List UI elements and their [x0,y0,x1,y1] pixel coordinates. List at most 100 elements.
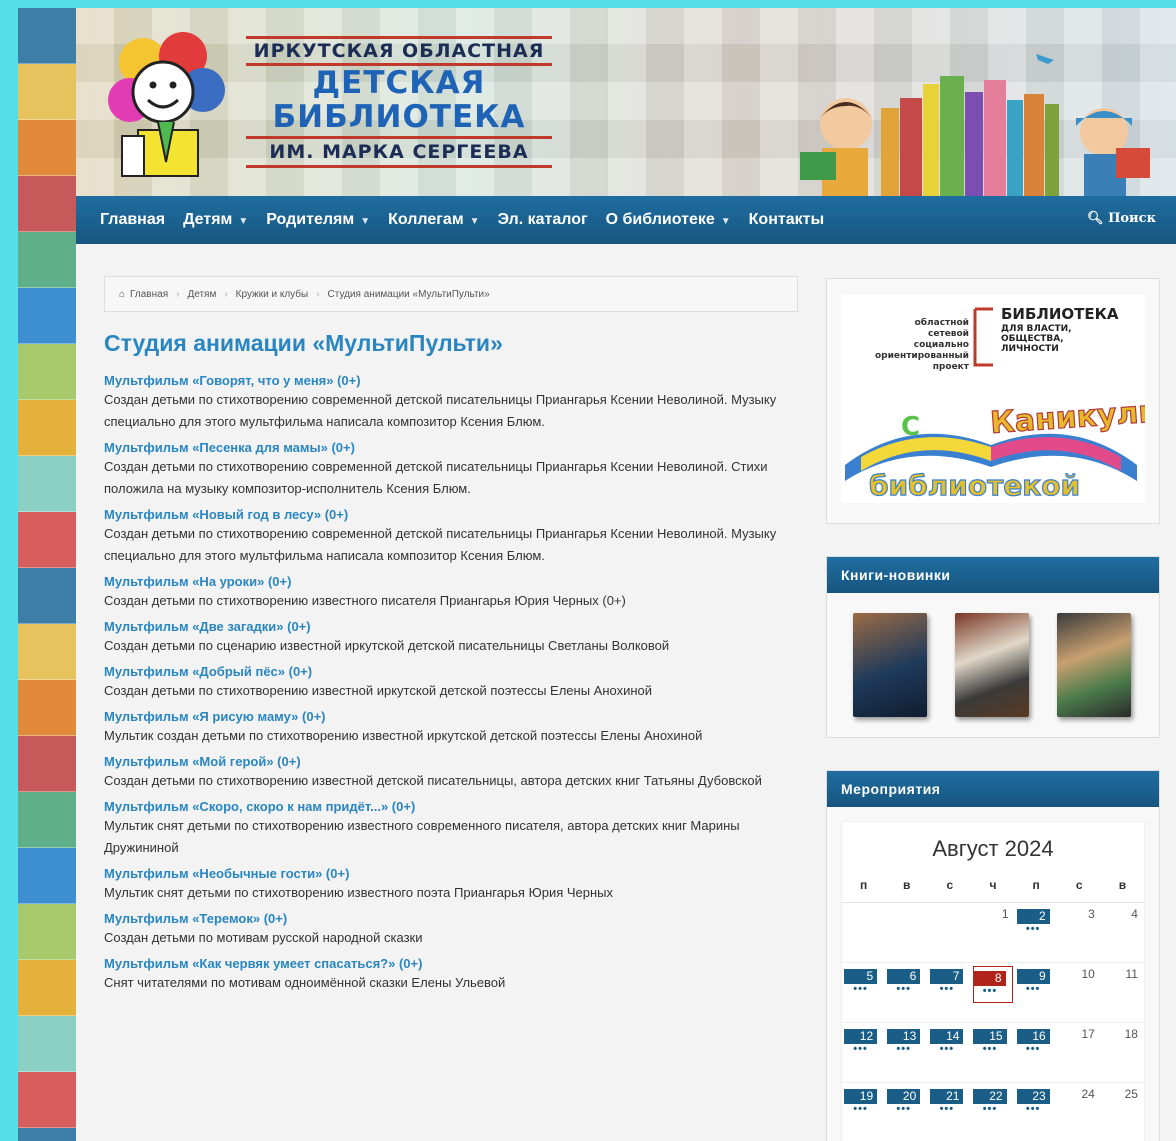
film-title-link[interactable]: Мультфильм «Теремок» (0+) [104,910,804,927]
film-title-link[interactable]: Мультфильм «Добрый пёс» (0+) [104,663,804,680]
nav-item-7[interactable]: Контакты [740,211,833,229]
title-line-1: ИРКУТСКАЯ ОБЛАСТНАЯ [246,36,552,66]
mosaic-tile [18,232,78,288]
calendar-day[interactable]: 6 ••• [885,963,928,1022]
film-title-link[interactable]: Мультфильм «На уроки» (0+) [104,573,804,590]
calendar-day[interactable]: 9 ••• [1015,963,1058,1022]
calendar-empty-cell [885,903,928,962]
film-description: Мультик создан детьми по стихотворению и… [104,728,703,743]
calendar-day-number: 22 [973,1089,1007,1104]
event-dots-icon: ••• [853,1043,868,1055]
calendar-day-today[interactable]: 8 ••• [972,965,1013,1004]
film-title-link[interactable]: Мультфильм «Две загадки» (0+) [104,618,804,635]
svg-text:библиотекой: библиотекой [869,469,1080,502]
calendar-day: 17 [1058,1023,1101,1082]
film-title-link[interactable]: Мультфильм «Мой герой» (0+) [104,753,804,770]
calendar-day-number: 8 [974,971,1006,986]
film-description: Создан детьми по стихотворению современн… [104,392,777,429]
film-title-link[interactable]: Мультфильм «Скоро, скоро к нам придёт...… [104,798,804,815]
breadcrumb-item[interactable]: Главная [130,289,168,300]
calendar-day-number: 20 [887,1089,921,1104]
calendar-day[interactable]: 23 ••• [1015,1083,1058,1141]
book-cover-3[interactable] [1057,613,1131,717]
event-dots-icon: ••• [939,1103,955,1115]
film-title-link[interactable]: Мультфильм «Необычные гости» (0+) [104,865,804,882]
page-title: Студия анимации «МультиПульти» [104,330,503,356]
calendar-day[interactable]: 21 ••• [928,1083,971,1141]
calendar-day-number: 16 [1016,1029,1050,1044]
svg-text:ОБЩЕСТВА,: ОБЩЕСТВА, [1001,334,1064,344]
library-logo-icon[interactable] [108,32,228,182]
calendar-day-number: 13 [887,1029,921,1044]
calendar-day-number: 12 [844,1029,878,1044]
calendar-day[interactable]: 19 ••• [842,1083,885,1141]
promo-widget: областной сетевой социально ориентирован… [826,278,1167,524]
book-cover-1[interactable] [853,613,927,717]
title-line-2: ДЕТСКАЯ [312,65,486,101]
svg-text:С: С [901,412,920,442]
film-title-link[interactable]: Мультфильм «Говорят, что у меня» (0+) [104,372,804,389]
nav-item-label: О библиотеке [605,211,715,228]
film-title-link[interactable]: Мультфильм «Новый год в лесу» (0+) [104,506,804,523]
film-description: Создан детьми по стихотворению известног… [104,593,626,608]
event-dots-icon: ••• [939,1043,955,1055]
calendar-day[interactable]: 20 ••• [885,1083,928,1141]
calendar-day-number: 1 [1001,907,1009,921]
calendar-day[interactable]: 22 ••• [971,1083,1014,1141]
nav-item-1[interactable]: Главная [76,211,174,229]
film-list: Мультфильм «Говорят, что у меня» (0+) Соз… [104,372,804,1000]
summer-reading-banner-icon: областной сетевой социально ориентирован… [845,305,1167,503]
nav-item-3[interactable]: Родителям ▼ [257,211,379,229]
calendar-day-number: 23 [1016,1089,1050,1104]
calendar-week: 1 2 ••• 3 4 [842,903,1144,963]
calendar-day[interactable]: 7 ••• [928,963,971,1022]
film-item: Мультфильм «Песенка для мамы» (0+) Создан… [104,439,804,500]
book-cover-2[interactable] [955,613,1029,717]
film-description: Создан детьми по мотивам русской народно… [104,930,423,945]
calendar-day: 3 [1058,903,1101,962]
promo-banner[interactable]: областной сетевой социально ориентирован… [841,295,1167,503]
chevron-down-icon: ▼ [720,216,731,227]
weekday-label: п [1032,878,1040,892]
nav-item-2[interactable]: Детям ▼ [174,211,257,229]
film-description: Создан детьми по стихотворению известной… [104,773,762,788]
calendar-day: 1 [971,903,1014,962]
film-item: Мультфильм «Как червяк умеет спасаться?»… [104,955,804,994]
film-item: Мультфильм «Новый год в лесу» (0+) Создан… [104,506,804,567]
calendar-day-number: 21 [930,1089,964,1104]
calendar-day[interactable]: 16 ••• [1015,1023,1058,1082]
calendar-day[interactable]: 5 ••• [842,963,885,1022]
calendar-day-number: 7 [930,969,964,984]
weekday-label: в [1118,878,1127,892]
event-dots-icon: ••• [1025,1043,1041,1055]
calendar-day[interactable]: 2 ••• [1015,903,1058,962]
svg-text:областной: областной [915,317,969,328]
breadcrumb-separator-icon: › [224,288,228,300]
calendar-day-number: 2 [1016,909,1050,924]
calendar-day[interactable]: 14 ••• [928,1023,971,1082]
calendar-day[interactable]: 15 ••• [971,1023,1014,1082]
search-button[interactable]: 🔍︎ Поиск [1087,211,1156,226]
site-container: ИРКУТСКАЯ ОБЛАСТНАЯ ДЕТСКАЯ БИБЛИОТЕКА И… [76,8,1176,1141]
event-dots-icon: ••• [939,983,955,995]
film-title-link[interactable]: Мультфильм «Я рисую маму» (0+) [104,708,804,725]
film-title-link[interactable]: Мультфильм «Песенка для мамы» (0+) [104,439,804,456]
calendar-day: 25 [1101,1083,1144,1141]
breadcrumb-item[interactable]: Детям [187,289,216,300]
film-description: Создан детьми по стихотворению известной… [104,683,653,698]
breadcrumb-separator-icon: › [176,288,180,300]
breadcrumb-item[interactable]: Кружки и клубы [236,289,309,300]
breadcrumb: ⌂ Главная › Детям › Кружки и клубы › Студия ани… [104,276,798,312]
film-description: Создан детьми по сценарию известной ирку… [104,638,670,653]
nav-item-6[interactable]: О библиотеке ▼ [597,211,740,229]
weekday-label: ч [989,878,997,892]
calendar-day[interactable]: 12 ••• [842,1023,885,1082]
calendar-day[interactable]: 13 ••• [885,1023,928,1082]
film-title-link[interactable]: Мультфильм «Как червяк умеет спасаться?»… [104,955,804,972]
children-with-books-illustration [800,54,1150,196]
nav-item-5[interactable]: Эл. каталог [489,211,597,229]
nav-item-4[interactable]: Коллегам ▼ [379,211,488,229]
new-books-widget: Книги-новинки [826,556,1160,738]
calendar-week: 19 ••• 20 ••• 21 ••• 22 ••• 23 ••• 24 25 [842,1083,1144,1141]
library-title: ИРКУТСКАЯ ОБЛАСТНАЯ ДЕТСКАЯ БИБЛИОТЕКА И… [246,36,552,168]
